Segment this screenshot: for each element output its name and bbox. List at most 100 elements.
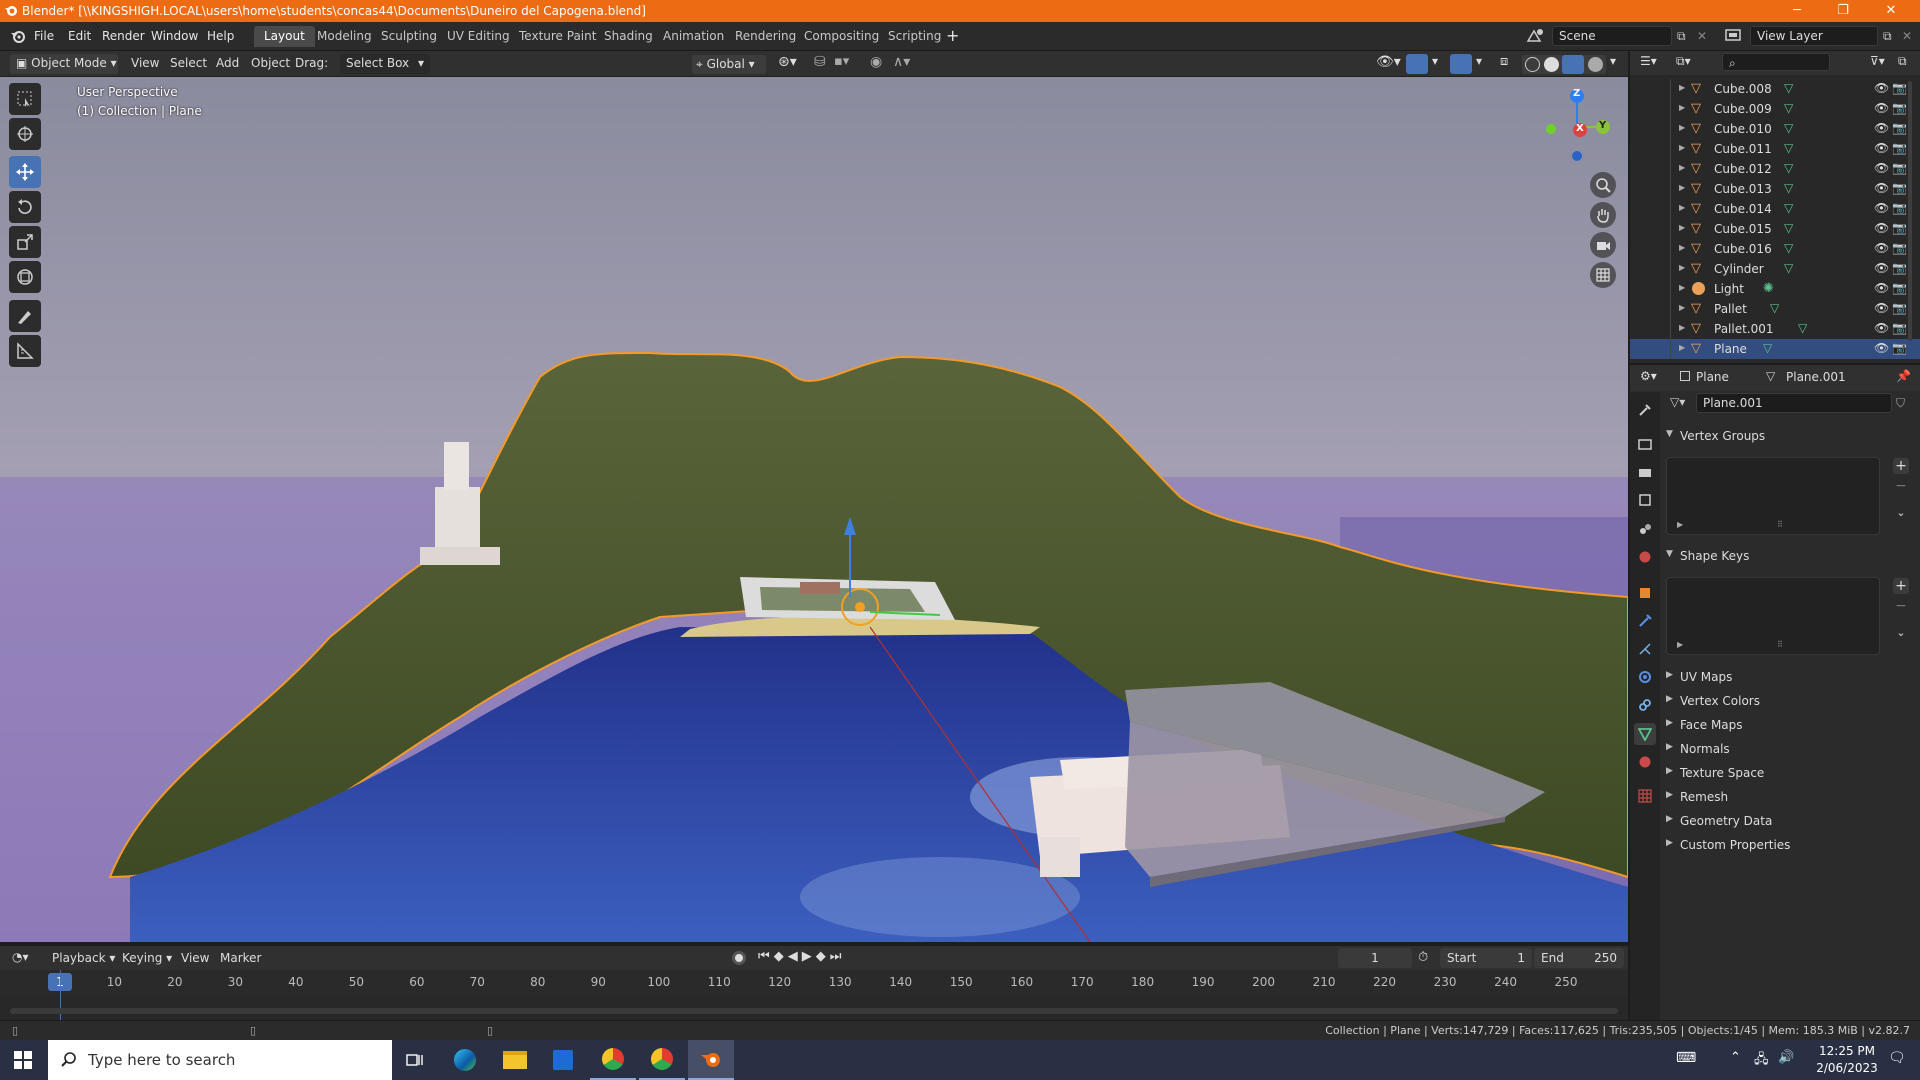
camera-icon[interactable]: 📷 — [1892, 181, 1907, 195]
view-layer-tab-icon[interactable] — [1634, 489, 1656, 511]
microsoft-store-icon[interactable] — [540, 1040, 586, 1080]
overlay-dropdown-icon[interactable]: ▾ — [1476, 54, 1482, 68]
tab-texture-paint[interactable]: Texture Paint — [509, 26, 606, 47]
tab-compositing[interactable]: Compositing — [794, 26, 889, 47]
camera-icon[interactable]: 📷 — [1892, 321, 1907, 335]
eye-icon[interactable]: 👁 — [1874, 81, 1889, 95]
blender-taskbar-icon[interactable] — [688, 1040, 734, 1080]
cursor-tool-icon[interactable] — [9, 118, 41, 150]
mesh-data-icon[interactable]: ▽ — [1763, 341, 1772, 355]
outliner-item[interactable]: ▶ ▽ Cube.016 ▽ 👁 📷 — [1630, 239, 1920, 259]
expand-right-icon[interactable]: ▶ — [1679, 343, 1685, 352]
new-view-layer-icon[interactable]: ⧉ — [1883, 29, 1892, 44]
falloff-icon[interactable]: ∧▾ — [893, 54, 910, 70]
expand-right-icon[interactable]: ▶ — [1677, 640, 1683, 649]
mesh-data-name-field[interactable]: Plane.001 — [1696, 393, 1892, 413]
taskbar-search-box[interactable]: Type here to search — [48, 1040, 392, 1080]
expand-right-icon[interactable]: ▶ — [1679, 223, 1685, 232]
new-scene-icon[interactable]: ⧉ — [1677, 29, 1686, 44]
timeline-view-menu[interactable]: View — [181, 951, 209, 965]
custom-properties-panel-header[interactable]: ▶ Custom Properties — [1664, 834, 1910, 856]
camera-icon[interactable]: 📷 — [1892, 241, 1907, 255]
mesh-data-icon[interactable]: ▽ — [1784, 261, 1793, 275]
tab-sculpting[interactable]: Sculpting — [371, 26, 447, 47]
expand-right-icon[interactable]: ▶ — [1679, 163, 1685, 172]
add-shape-key-button[interactable]: + — [1893, 578, 1909, 594]
snap-icon[interactable]: ⛁ — [814, 54, 826, 70]
outliner-item[interactable]: ▶ ▽ Cube.013 ▽ 👁 📷 — [1630, 179, 1920, 199]
eye-icon[interactable]: 👁 — [1874, 181, 1889, 195]
blender-menu-icon[interactable] — [10, 29, 26, 43]
transform-orientation-dropdown[interactable]: ⌖ Global ▾ — [692, 55, 766, 74]
mesh-data-icon[interactable]: ▽ — [1784, 101, 1793, 115]
mesh-data-icon[interactable]: ▽ — [1784, 241, 1793, 255]
keyboard-icon[interactable]: ⌨ — [1676, 1050, 1696, 1066]
delete-view-layer-icon[interactable]: ✕ — [1902, 29, 1912, 43]
data-tab-icon[interactable] — [1634, 723, 1656, 745]
task-view-icon[interactable] — [392, 1040, 438, 1080]
keying-menu[interactable]: Keying ▾ — [122, 951, 172, 965]
transform-tool-icon[interactable] — [9, 261, 41, 293]
viewport-scene[interactable] — [0, 77, 1628, 942]
snap-target-icon[interactable]: ▪▾ — [834, 54, 849, 69]
outliner-item[interactable]: ▶ ▽ Cube.010 ▽ 👁 📷 — [1630, 119, 1920, 139]
measure-tool-icon[interactable] — [9, 335, 41, 367]
texture-tab-icon[interactable] — [1634, 785, 1656, 807]
light-data-icon[interactable]: ✺ — [1763, 281, 1774, 296]
camera-icon[interactable]: 📷 — [1892, 81, 1907, 95]
proportional-edit-icon[interactable]: ◉ — [870, 54, 882, 70]
new-collection-icon[interactable]: ⧉ — [1898, 54, 1907, 69]
chrome-profile-icon[interactable] — [639, 1040, 685, 1080]
object-tab-icon[interactable] — [1634, 582, 1656, 604]
show-hidden-icons[interactable]: ⌃ — [1730, 1050, 1741, 1065]
notifications-icon[interactable]: 🗨 — [1888, 1050, 1906, 1066]
outliner-item[interactable]: ▶ ▽ Pallet.001 ▽ 👁 📷 — [1630, 319, 1920, 339]
wireframe-shading-icon[interactable] — [1525, 57, 1540, 72]
visibility-icon[interactable]: 👁▾ — [1376, 54, 1401, 70]
expand-right-icon[interactable]: ▶ — [1679, 83, 1685, 92]
scale-tool-icon[interactable] — [9, 226, 41, 258]
remove-vertex-group-button[interactable]: − — [1893, 478, 1909, 494]
clock-time[interactable]: 12:25 PM — [1812, 1044, 1882, 1058]
output-tab-icon[interactable] — [1634, 461, 1656, 483]
mesh-data-icon[interactable]: ▽ — [1798, 321, 1807, 335]
overlay-toggle-icon[interactable] — [1450, 54, 1472, 74]
camera-icon[interactable]: 📷 — [1892, 261, 1907, 275]
chrome-icon[interactable] — [590, 1040, 636, 1080]
current-frame-field[interactable]: 1 — [1338, 948, 1412, 968]
resize-handle-icon[interactable]: ⠿ — [1777, 520, 1783, 529]
menu-edit[interactable]: Edit — [68, 29, 91, 43]
add-vertex-group-button[interactable]: + — [1893, 458, 1909, 474]
outliner-item[interactable]: ▶ Light ✺ 👁 📷 — [1630, 279, 1920, 299]
menu-help[interactable]: Help — [207, 29, 234, 43]
select-menu[interactable]: Select — [170, 56, 207, 70]
mesh-data-icon[interactable]: ▽ — [1784, 141, 1793, 155]
eye-icon[interactable]: 👁 — [1874, 121, 1889, 135]
camera-icon[interactable]: 📷 — [1892, 161, 1907, 175]
vertex-group-menu-icon[interactable]: ⌄ — [1893, 505, 1909, 521]
move-tool-icon[interactable] — [9, 156, 41, 188]
menu-file[interactable]: File — [34, 29, 54, 43]
xray-icon[interactable]: ⧈ — [1500, 54, 1508, 69]
3d-viewport[interactable]: User Perspective (1) Collection | Plane … — [0, 77, 1628, 942]
mesh-data-icon[interactable]: ▽ — [1784, 81, 1793, 95]
geometry-data-panel-header[interactable]: ▶ Geometry Data — [1664, 810, 1910, 832]
shape-key-menu-icon[interactable]: ⌄ — [1893, 625, 1909, 641]
menu-render[interactable]: Render — [102, 29, 145, 43]
shape-keys-list[interactable]: ▶ ⠿ — [1666, 577, 1880, 655]
expand-right-icon[interactable]: ▶ — [1679, 243, 1685, 252]
delete-scene-icon[interactable]: ✕ — [1697, 29, 1707, 43]
pivot-point-icon[interactable]: ⊛▾ — [778, 54, 797, 70]
render-tab-icon[interactable] — [1634, 433, 1656, 455]
filter-icon[interactable]: ⊽▾ — [1870, 54, 1885, 68]
select-box-tool-icon[interactable] — [9, 83, 41, 115]
outliner-item[interactable]: ▶ ▽ Cube.015 ▽ 👁 📷 — [1630, 219, 1920, 239]
camera-icon[interactable]: 📷 — [1892, 301, 1907, 315]
volume-icon[interactable]: 🔊 — [1778, 1050, 1794, 1065]
properties-editor-icon[interactable]: ⚙▾ — [1640, 369, 1657, 383]
mesh-data-icon[interactable]: ▽ — [1770, 301, 1779, 315]
material-preview-icon[interactable] — [1562, 55, 1584, 74]
add-workspace-button[interactable]: + — [946, 26, 959, 45]
expand-right-icon[interactable]: ▶ — [1679, 203, 1685, 212]
outliner-editor-icon[interactable]: ☰▾ — [1640, 54, 1657, 68]
